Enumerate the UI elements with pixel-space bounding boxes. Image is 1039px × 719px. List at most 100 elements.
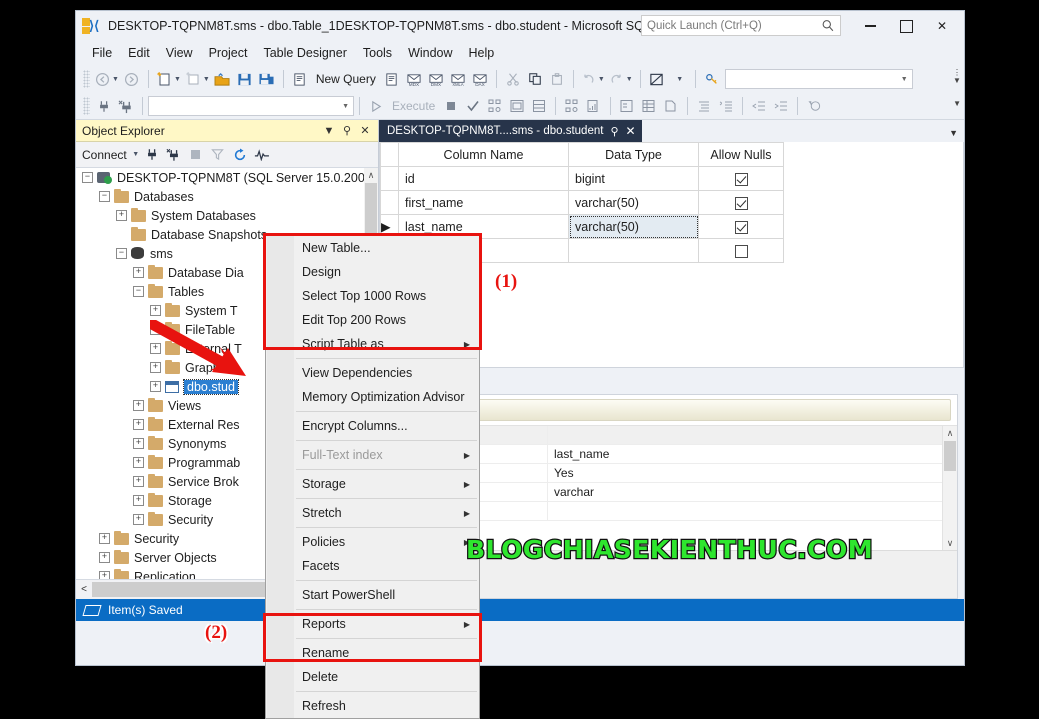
- new-query-icon[interactable]: [289, 68, 311, 90]
- pin-icon[interactable]: ⚲: [338, 124, 356, 137]
- comment-lines-icon[interactable]: [693, 95, 715, 117]
- expand-icon[interactable]: +: [99, 552, 110, 563]
- row-marker[interactable]: [381, 191, 399, 215]
- row-marker[interactable]: [381, 167, 399, 191]
- property-value[interactable]: varchar: [548, 483, 942, 501]
- refresh-icon[interactable]: [229, 145, 251, 165]
- disconnect-icon[interactable]: [115, 95, 137, 117]
- connect-object-explorer-icon[interactable]: [141, 145, 163, 165]
- menu-item-encrypt-columns[interactable]: Encrypt Columns...: [266, 414, 479, 438]
- cell-allow-nulls[interactable]: [699, 215, 784, 239]
- new-dax-query-icon[interactable]: DAX: [469, 68, 491, 90]
- quick-launch-input[interactable]: Quick Launch (Ctrl+Q): [641, 15, 841, 36]
- increase-indent-icon[interactable]: [770, 95, 792, 117]
- allow-nulls-checkbox[interactable]: [735, 245, 748, 258]
- tree-node[interactable]: +System Databases: [76, 206, 378, 225]
- save-all-button[interactable]: [256, 68, 278, 90]
- menu-item-script-table-as[interactable]: Script Table as▶: [266, 332, 479, 356]
- collapse-icon[interactable]: −: [99, 191, 110, 202]
- allow-nulls-checkbox[interactable]: [735, 221, 748, 234]
- expand-icon[interactable]: +: [133, 476, 144, 487]
- new-mdx-query-icon[interactable]: MDX: [403, 68, 425, 90]
- toolbar-grip[interactable]: [83, 97, 90, 115]
- new-project-button[interactable]: ▼: [183, 68, 212, 90]
- menu-item-memory-optimization-advisor[interactable]: Memory Optimization Advisor: [266, 385, 479, 409]
- disconnect-object-explorer-icon[interactable]: [163, 145, 185, 165]
- pin-icon[interactable]: ⚲: [610, 125, 618, 138]
- menu-item-policies[interactable]: Policies▶: [266, 530, 479, 554]
- tree-node[interactable]: −Databases: [76, 187, 378, 206]
- find-key-icon[interactable]: [701, 68, 723, 90]
- query-options-icon[interactable]: [506, 95, 528, 117]
- menu-item-edit-top-200-rows[interactable]: Edit Top 200 Rows: [266, 308, 479, 332]
- scroll-up-icon[interactable]: ∧: [943, 426, 957, 440]
- menu-item-edit[interactable]: Edit: [120, 44, 158, 62]
- property-value[interactable]: [548, 426, 942, 444]
- menu-item-design[interactable]: Design: [266, 260, 479, 284]
- expand-icon[interactable]: +: [99, 571, 110, 579]
- scroll-up-icon[interactable]: ∧: [364, 168, 378, 182]
- document-tab-student[interactable]: DESKTOP-TQPNM8T....sms - dbo.student ⚲ ✕: [379, 120, 642, 142]
- cell-data-type[interactable]: [569, 239, 699, 263]
- toolbar-overflow-button[interactable]: ⋮▼: [953, 69, 961, 85]
- menu-item-file[interactable]: File: [84, 44, 120, 62]
- uncomment-lines-icon[interactable]: [715, 95, 737, 117]
- cell-data-type[interactable]: bigint: [569, 167, 699, 191]
- collapse-icon[interactable]: −: [133, 286, 144, 297]
- show-diagram-pane-icon[interactable]: [646, 68, 668, 90]
- allow-nulls-checkbox[interactable]: [735, 173, 748, 186]
- expand-icon[interactable]: +: [133, 457, 144, 468]
- menu-item-start-powershell[interactable]: Start PowerShell: [266, 583, 479, 607]
- undo-icon[interactable]: ▼: [579, 68, 607, 90]
- property-value[interactable]: [548, 502, 942, 520]
- property-value[interactable]: last_name: [548, 445, 942, 463]
- specify-values-icon[interactable]: [803, 95, 825, 117]
- cell-data-type[interactable]: varchar(50): [569, 191, 699, 215]
- properties-scrollbar[interactable]: ∧ ∨: [942, 426, 957, 550]
- database-combo[interactable]: ▼: [148, 96, 354, 116]
- menu-item-view[interactable]: View: [158, 44, 201, 62]
- connect-button[interactable]: Connect: [82, 148, 129, 162]
- expand-icon[interactable]: +: [99, 533, 110, 544]
- close-icon[interactable]: ✕: [356, 124, 374, 137]
- include-actual-plan-icon[interactable]: [561, 95, 583, 117]
- menu-item-help[interactable]: Help: [461, 44, 503, 62]
- display-estimated-plan-icon[interactable]: [484, 95, 506, 117]
- new-dmx-query-icon[interactable]: DMX: [425, 68, 447, 90]
- tree-node[interactable]: −DESKTOP-TQPNM8T (SQL Server 15.0.2000.5: [76, 168, 378, 187]
- menu-item-project[interactable]: Project: [201, 44, 256, 62]
- maximize-button[interactable]: [888, 12, 924, 40]
- cell-data-type[interactable]: varchar(50): [569, 215, 699, 239]
- parse-check-icon[interactable]: [462, 95, 484, 117]
- allow-nulls-checkbox[interactable]: [735, 197, 748, 210]
- results-to-text-icon[interactable]: [616, 95, 638, 117]
- cell-allow-nulls[interactable]: [699, 167, 784, 191]
- toolbar-search-combo[interactable]: ▼: [725, 69, 913, 89]
- navigate-forward-button[interactable]: [121, 68, 143, 90]
- expand-icon[interactable]: +: [133, 438, 144, 449]
- connect-caret-icon[interactable]: ▼: [129, 145, 141, 165]
- menu-item-stretch[interactable]: Stretch▶: [266, 501, 479, 525]
- scrollbar-thumb[interactable]: [944, 441, 956, 471]
- menu-item-delete[interactable]: Delete: [266, 665, 479, 689]
- filter-icon[interactable]: [207, 145, 229, 165]
- menu-item-rename[interactable]: Rename: [266, 641, 479, 665]
- save-button[interactable]: [234, 68, 256, 90]
- new-query-button[interactable]: New Query: [311, 68, 381, 90]
- chevron-down-icon[interactable]: ▼: [320, 125, 338, 137]
- table-row[interactable]: id bigint: [381, 167, 784, 191]
- results-to-grid2-icon[interactable]: [638, 95, 660, 117]
- cell-column-name[interactable]: first_name: [399, 191, 569, 215]
- menu-item-storage[interactable]: Storage▶: [266, 472, 479, 496]
- property-value[interactable]: Yes: [548, 464, 942, 482]
- collapse-icon[interactable]: −: [116, 248, 127, 259]
- connect-icon[interactable]: [93, 95, 115, 117]
- menu-item-reports[interactable]: Reports▶: [266, 612, 479, 636]
- menu-item-select-top-1000-rows[interactable]: Select Top 1000 Rows: [266, 284, 479, 308]
- paste-icon[interactable]: [546, 68, 568, 90]
- cell-allow-nulls[interactable]: [699, 191, 784, 215]
- expand-icon[interactable]: +: [150, 381, 161, 392]
- decrease-indent-icon[interactable]: [748, 95, 770, 117]
- table-context-menu[interactable]: New Table...DesignSelect Top 1000 RowsEd…: [265, 234, 480, 719]
- new-query-doc-button[interactable]: ▼: [154, 68, 183, 90]
